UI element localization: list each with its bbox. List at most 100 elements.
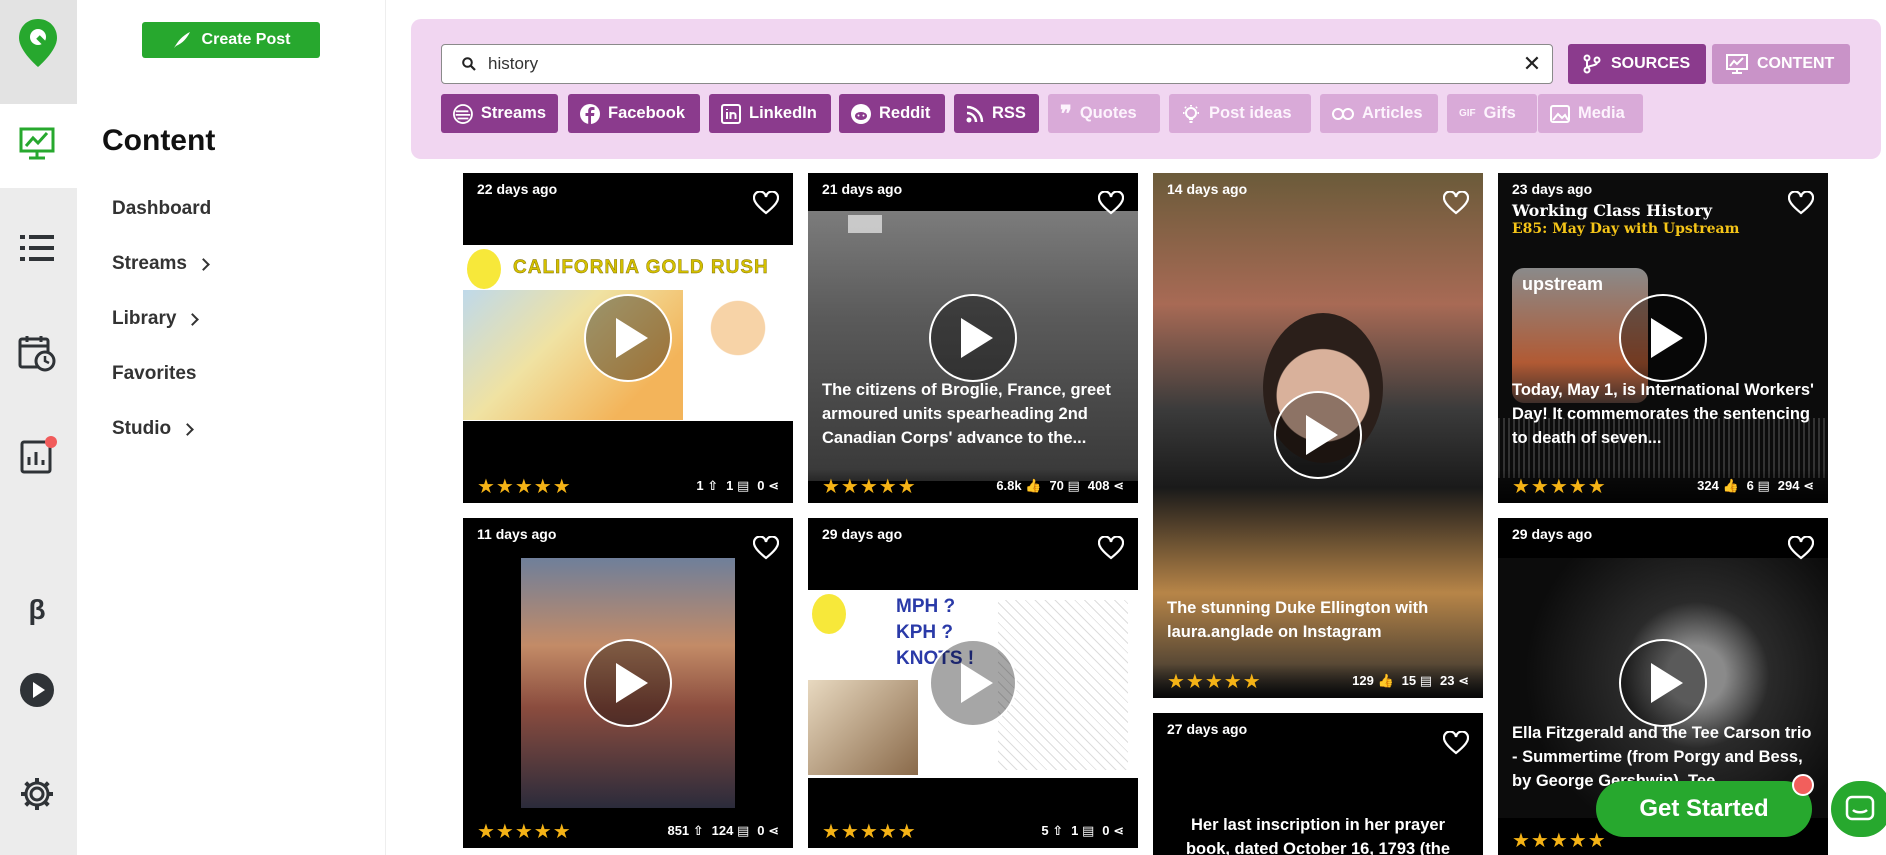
card-stats: 6.8k 👍 70 ▤ 408 ⋖ bbox=[996, 478, 1124, 494]
sources-toggle-button[interactable]: SOURCES bbox=[1568, 44, 1706, 84]
card-caption: The stunning Duke Ellington with laura.a… bbox=[1167, 599, 1429, 641]
lightbulb-mascot bbox=[812, 594, 846, 634]
stat-comments: 1 ▤ bbox=[726, 478, 750, 493]
search-icon bbox=[462, 57, 476, 71]
stat-likes: 324 👍 bbox=[1697, 478, 1739, 493]
nav-item-label: Dashboard bbox=[112, 198, 212, 219]
card-footer: ★★★★★ 851 ⇧ 124 ▤ 0 ⋖ bbox=[463, 814, 793, 848]
chip-facebook[interactable]: Facebook bbox=[568, 94, 700, 133]
favorite-heart-icon[interactable] bbox=[753, 191, 779, 215]
link-icon bbox=[1332, 107, 1354, 120]
stat-reshares: 0 ⋖ bbox=[757, 823, 779, 838]
content-chart-small-icon bbox=[1726, 54, 1748, 74]
stat-shares: 23 ⋖ bbox=[1440, 673, 1469, 688]
search-input[interactable] bbox=[488, 54, 1512, 74]
stat-likes: 6.8k 👍 bbox=[996, 478, 1042, 493]
play-button[interactable] bbox=[1619, 639, 1707, 727]
favorite-heart-icon[interactable] bbox=[1098, 191, 1124, 215]
favorite-heart-icon[interactable] bbox=[1098, 536, 1124, 560]
card-footer: ★★★★★ 5 ⇧ 1 ▤ 0 ⋖ bbox=[808, 814, 1138, 848]
favorite-heart-icon[interactable] bbox=[1788, 536, 1814, 560]
play-button[interactable] bbox=[1274, 391, 1362, 479]
beta-icon[interactable]: β bbox=[17, 590, 57, 630]
card-age: 29 days ago bbox=[1512, 526, 1593, 542]
chip-gifs[interactable]: GIF Gifs bbox=[1447, 94, 1537, 133]
rating-stars: ★★★★★ bbox=[477, 475, 572, 498]
nav-item-dashboard[interactable]: Dashboard bbox=[112, 198, 211, 220]
favorite-heart-icon[interactable] bbox=[1788, 191, 1814, 215]
chip-quotes[interactable]: ❞ Quotes bbox=[1048, 94, 1160, 133]
facebook-icon bbox=[580, 103, 600, 124]
stat-comments: 70 ▤ bbox=[1049, 478, 1080, 493]
rope-illustration bbox=[998, 600, 1128, 770]
content-label: CONTENT bbox=[1757, 55, 1835, 72]
get-started-button[interactable]: Get Started bbox=[1596, 781, 1812, 837]
rating-stars: ★★★★★ bbox=[1167, 670, 1262, 693]
chip-label: Streams bbox=[480, 104, 546, 122]
nav-item-label: Favorites bbox=[112, 363, 197, 384]
stat-shares: 294 ⋖ bbox=[1777, 478, 1814, 493]
play-button[interactable] bbox=[929, 639, 1017, 727]
search-box: ✕ bbox=[441, 44, 1553, 84]
chip-label: Post ideas bbox=[1209, 104, 1292, 122]
create-post-button[interactable]: Create Post bbox=[142, 22, 320, 58]
nav-item-streams[interactable]: Streams bbox=[112, 253, 210, 275]
play-icon[interactable] bbox=[17, 670, 57, 710]
nav-item-studio[interactable]: Studio bbox=[112, 418, 194, 440]
chip-linkedin[interactable]: LinkedIn bbox=[709, 94, 831, 133]
chip-label: Media bbox=[1578, 104, 1625, 122]
content-toggle-button[interactable]: CONTENT bbox=[1712, 44, 1850, 84]
content-card[interactable]: MPH ? KPH ? KNOTS ! 29 days ago ★★★★★ 5 … bbox=[808, 518, 1138, 848]
chip-reddit[interactable]: Reddit bbox=[839, 94, 945, 133]
content-card[interactable]: 14 days ago The stunning Duke Ellington … bbox=[1153, 173, 1483, 698]
content-chart-icon[interactable] bbox=[17, 124, 57, 164]
play-button[interactable] bbox=[929, 294, 1017, 382]
clear-search-icon[interactable]: ✕ bbox=[1512, 51, 1552, 77]
stat-comments: 1 ▤ bbox=[1071, 823, 1095, 838]
play-button[interactable] bbox=[584, 639, 672, 727]
icon-rail: β bbox=[0, 0, 77, 855]
chip-label: Quotes bbox=[1079, 104, 1137, 122]
favorite-heart-icon[interactable] bbox=[1443, 731, 1469, 755]
overlay-subtitle: E85: May Day with Upstream bbox=[1512, 221, 1740, 237]
card-caption: The citizens of Broglie, France, greet a… bbox=[822, 381, 1111, 447]
card-caption: Today, May 1, is International Workers' … bbox=[1512, 381, 1814, 447]
chip-streams[interactable]: Streams bbox=[441, 94, 558, 133]
card-age: 21 days ago bbox=[822, 181, 903, 197]
favorite-heart-icon[interactable] bbox=[753, 536, 779, 560]
content-card[interactable]: 27 days ago Her last inscription in her … bbox=[1153, 713, 1483, 855]
card-caption: Her last inscription in her prayer book,… bbox=[1185, 816, 1451, 855]
card-age: 22 days ago bbox=[477, 181, 558, 197]
calendar-clock-icon[interactable] bbox=[17, 333, 57, 373]
chat-button[interactable] bbox=[1831, 781, 1886, 837]
notification-dot bbox=[1792, 774, 1814, 796]
card-stats: 324 👍 6 ▤ 294 ⋖ bbox=[1697, 478, 1814, 494]
list-icon[interactable] bbox=[17, 228, 57, 268]
card-footer: ★★★★★ 324 👍 6 ▤ 294 ⋖ bbox=[1498, 469, 1828, 503]
iwm-logo bbox=[848, 215, 882, 233]
content-card[interactable]: Working Class History E85: May Day with … bbox=[1498, 173, 1828, 503]
nav-item-library[interactable]: Library bbox=[112, 308, 200, 330]
chat-icon bbox=[1845, 795, 1875, 821]
nav-item-favorites[interactable]: Favorites bbox=[112, 363, 196, 385]
chip-rss[interactable]: RSS bbox=[954, 94, 1039, 133]
chip-media[interactable]: Media bbox=[1538, 94, 1643, 133]
favorite-heart-icon[interactable] bbox=[1443, 191, 1469, 215]
content-card[interactable]: 11 days ago ★★★★★ 851 ⇧ 124 ▤ 0 ⋖ bbox=[463, 518, 793, 848]
feather-icon bbox=[173, 32, 190, 48]
sources-label: SOURCES bbox=[1611, 55, 1691, 72]
chip-label: RSS bbox=[992, 104, 1026, 122]
logo-pin-icon[interactable] bbox=[14, 18, 62, 68]
content-card[interactable]: CALIFORNIA GOLD RUSH 22 days ago ★★★★★ 1… bbox=[463, 173, 793, 503]
stat-likes: 129 👍 bbox=[1352, 673, 1394, 688]
chip-post-ideas[interactable]: Post ideas bbox=[1169, 94, 1311, 133]
chip-label: LinkedIn bbox=[749, 104, 817, 122]
thumbnail-title: CALIFORNIA GOLD RUSH bbox=[513, 257, 769, 278]
gear-icon[interactable] bbox=[17, 774, 57, 814]
chip-articles[interactable]: Articles bbox=[1320, 94, 1438, 133]
nav-panel: Create Post Content Dashboard Streams Li… bbox=[77, 0, 386, 855]
content-card[interactable]: 21 days ago The citizens of Broglie, Fra… bbox=[808, 173, 1138, 503]
play-button[interactable] bbox=[1619, 294, 1707, 382]
play-button[interactable] bbox=[584, 294, 672, 382]
overlay-line: MPH ? bbox=[896, 596, 956, 617]
